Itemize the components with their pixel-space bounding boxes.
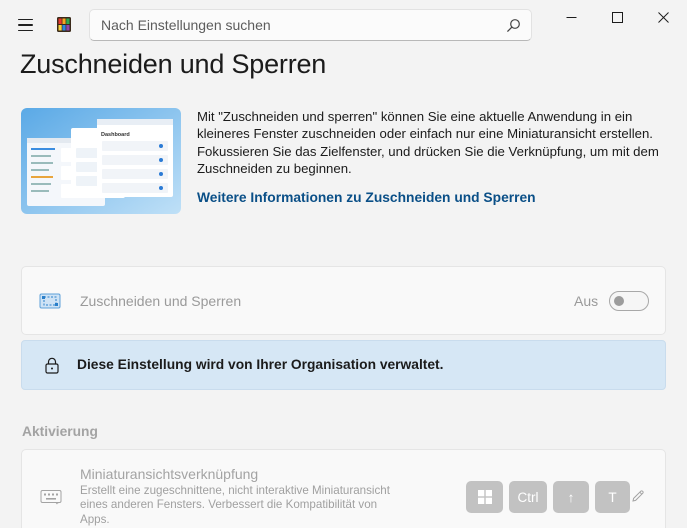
crop-and-lock-toggle[interactable]	[609, 291, 649, 311]
lock-icon	[45, 357, 59, 374]
crop-and-lock-toggle-card: Zuschneiden und Sperren Aus	[21, 266, 666, 335]
search-icon[interactable]	[506, 18, 521, 33]
hero-mock-title: Dashboard	[101, 132, 130, 138]
windows-key-icon	[477, 490, 492, 504]
title-bar	[0, 0, 687, 48]
t-key: T	[595, 481, 630, 513]
crop-lock-icon	[39, 293, 61, 309]
section-heading-activation: Aktivierung	[22, 424, 98, 439]
up-arrow-key: ↑	[553, 481, 589, 513]
ctrl-key: Ctrl	[509, 481, 547, 513]
settings-search-box[interactable]	[89, 9, 532, 41]
shortcut-title: Miniaturansichtsverknüpfung	[80, 466, 259, 482]
hamburger-menu-icon[interactable]	[10, 12, 40, 38]
toggle-knob	[614, 296, 624, 306]
minimize-icon	[566, 16, 576, 18]
minimize-button[interactable]	[548, 4, 594, 30]
keyboard-icon	[40, 490, 62, 505]
edit-pencil-icon[interactable]	[631, 489, 645, 503]
search-input[interactable]	[90, 10, 531, 40]
page-title: Zuschneiden und Sperren	[20, 49, 327, 79]
maximize-icon	[611, 11, 623, 23]
learn-more-link[interactable]: Weitere Informationen zu Zuschneiden und…	[197, 190, 536, 205]
shortcut-keys: Ctrl ↑ T	[466, 481, 630, 513]
toggle-state-label: Aus	[574, 293, 599, 309]
close-icon	[657, 11, 669, 23]
close-button[interactable]	[640, 4, 686, 30]
crop-and-lock-illustration: Dashboard	[21, 108, 181, 214]
windows-key	[466, 481, 503, 513]
thumbnail-shortcut-card: Miniaturansichtsverknüpfung Erstellt ein…	[21, 449, 666, 528]
settings-app-logo	[57, 17, 71, 32]
toggle-label: Zuschneiden und Sperren	[80, 293, 242, 309]
feature-description: Mit "Zuschneiden und sperren" können Sie…	[197, 109, 659, 176]
maximize-button[interactable]	[594, 4, 640, 30]
managed-by-organization-infobar: Diese Einstellung wird von Ihrer Organis…	[21, 340, 666, 390]
shortcut-description: Erstellt eine zugeschnittene, nicht inte…	[80, 484, 390, 526]
infobar-message: Diese Einstellung wird von Ihrer Organis…	[77, 357, 444, 372]
